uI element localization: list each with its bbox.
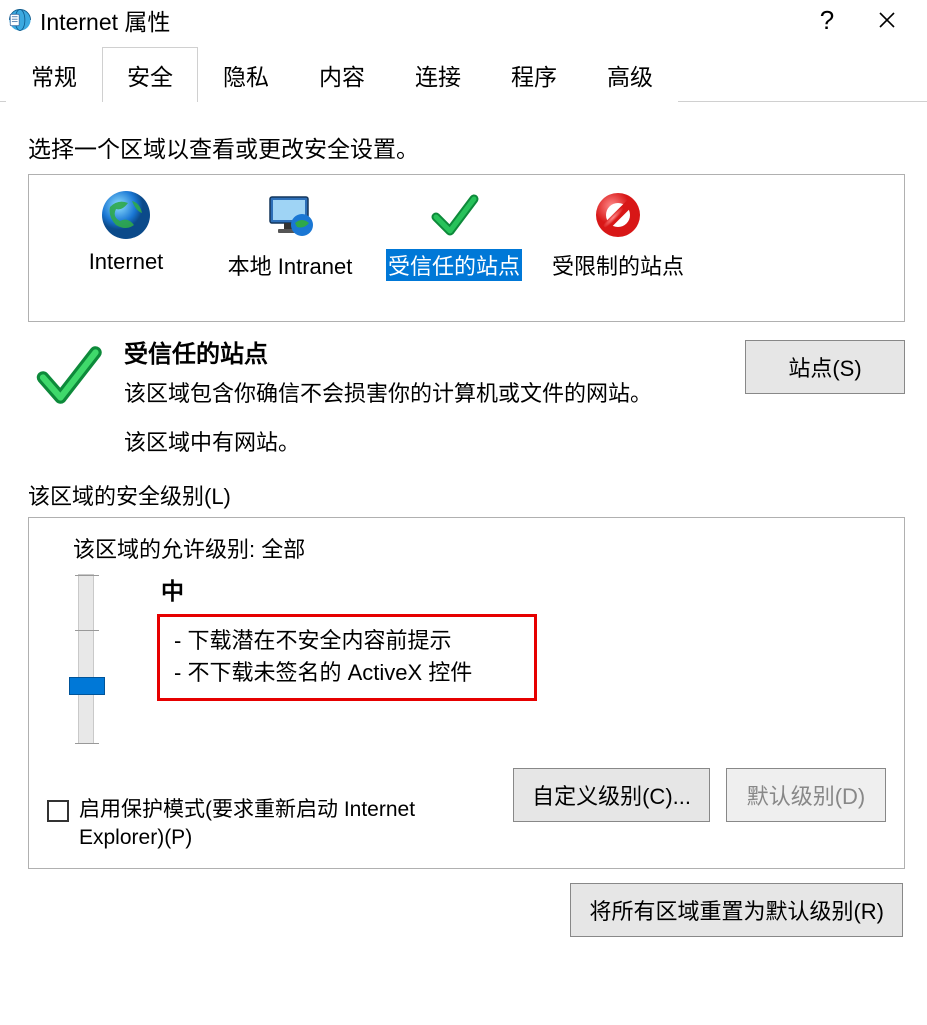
zone-label: Internet	[89, 249, 164, 275]
globe-icon	[96, 185, 156, 245]
window-title: Internet 属性	[40, 3, 797, 37]
reset-all-zones-button[interactable]: 将所有区域重置为默认级别(R)	[570, 883, 903, 937]
sites-button[interactable]: 站点(S)	[745, 340, 905, 394]
protected-mode-label: 启用保护模式(要求重新启动 Internet Explorer)(P)	[79, 796, 419, 853]
level-bullet: 不下载未签名的 ActiveX 控件	[174, 657, 520, 689]
tab-strip: 常规 安全 隐私 内容 连接 程序 高级	[0, 46, 927, 102]
tab-security[interactable]: 安全	[102, 47, 198, 102]
tab-panel-security: 选择一个区域以查看或更改安全设置。 Internet	[0, 102, 927, 947]
zone-local-intranet[interactable]: 本地 Intranet	[215, 185, 365, 281]
security-level-box: 该区域的允许级别: 全部 中 下载潜在不安全内容前提示 不下载未签名	[28, 517, 905, 870]
zone-label: 受限制的站点	[552, 249, 684, 281]
zone-detail-status: 该区域中有网站。	[124, 425, 694, 457]
current-level-name: 中	[161, 572, 886, 606]
monitor-globe-icon	[260, 185, 320, 245]
tab-programs[interactable]: 程序	[486, 47, 582, 102]
internet-options-icon	[6, 6, 34, 34]
zone-label: 受信任的站点	[386, 249, 522, 281]
slider-thumb[interactable]	[69, 677, 105, 695]
zone-detail-title: 受信任的站点	[124, 334, 694, 369]
security-level-slider[interactable]	[78, 574, 94, 744]
title-bar: Internet 属性 ?	[0, 0, 927, 46]
allowed-levels-label: 该区域的允许级别: 全部	[73, 532, 886, 564]
prohibited-icon	[588, 185, 648, 245]
protected-mode-checkbox[interactable]	[47, 800, 69, 822]
zone-restricted-sites[interactable]: 受限制的站点	[543, 185, 693, 281]
highlighted-bullets: 下载潜在不安全内容前提示 不下载未签名的 ActiveX 控件	[157, 614, 537, 702]
tab-advanced[interactable]: 高级	[582, 47, 678, 102]
tab-connections[interactable]: 连接	[390, 47, 486, 102]
custom-level-button[interactable]: 自定义级别(C)...	[513, 768, 710, 822]
zone-trusted-sites[interactable]: 受信任的站点	[379, 185, 529, 281]
tab-content[interactable]: 内容	[294, 47, 390, 102]
help-button[interactable]: ?	[797, 4, 857, 36]
close-button[interactable]	[857, 4, 917, 36]
level-bullet: 下载潜在不安全内容前提示	[174, 625, 520, 657]
zone-detail-description: 该区域包含你确信不会损害你的计算机或文件的网站。	[124, 379, 654, 409]
default-level-button: 默认级别(D)	[726, 768, 886, 822]
zone-list: Internet 本地 Intranet	[28, 174, 905, 322]
zone-detail-icon	[28, 334, 108, 457]
zone-label: 本地 Intranet	[228, 249, 353, 281]
zone-detail: 受信任的站点 该区域包含你确信不会损害你的计算机或文件的网站。 该区域中有网站。…	[28, 334, 905, 457]
checkmark-icon	[424, 185, 484, 245]
tab-general[interactable]: 常规	[6, 47, 102, 102]
security-level-label: 该区域的安全级别(L)	[28, 479, 905, 511]
zone-instruction: 选择一个区域以查看或更改安全设置。	[28, 130, 905, 164]
tab-privacy[interactable]: 隐私	[198, 47, 294, 102]
zone-internet[interactable]: Internet	[51, 185, 201, 281]
